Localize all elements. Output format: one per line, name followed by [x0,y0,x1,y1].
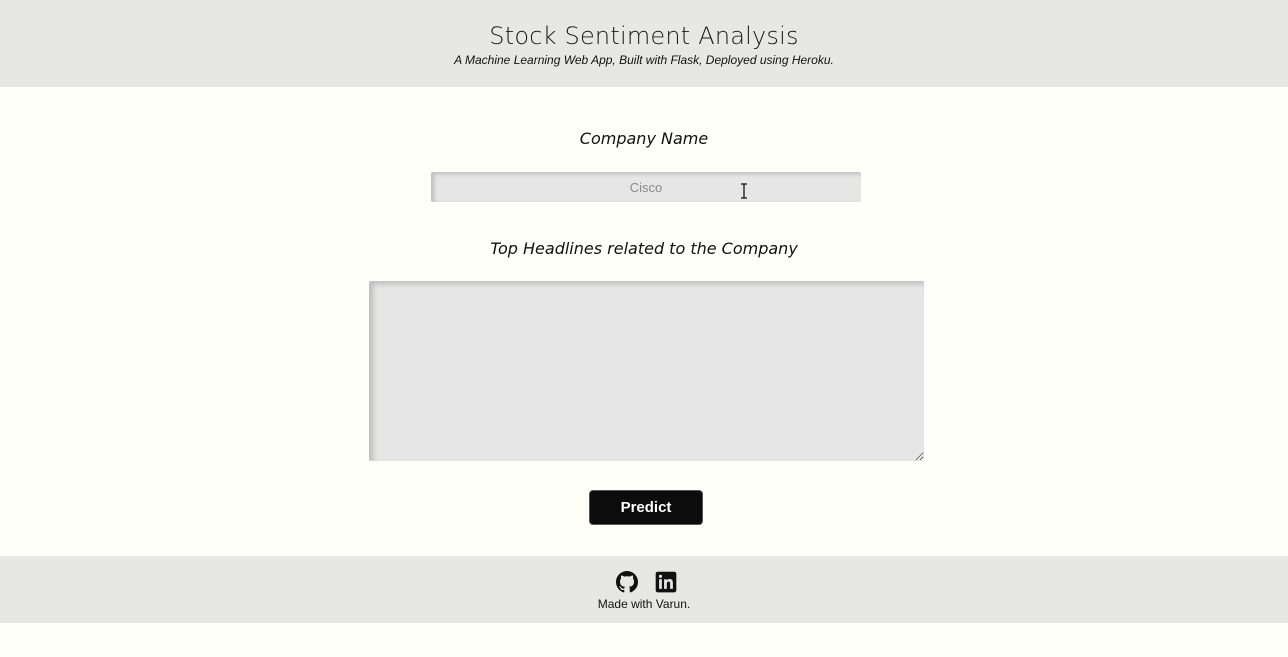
page-footer: Made with Varun. [0,556,1288,623]
linkedin-icon[interactable] [655,571,677,593]
predict-button[interactable]: Predict [589,490,703,525]
footer-credit: Made with Varun. [597,597,691,611]
headlines-textarea[interactable] [369,281,924,461]
github-icon[interactable] [616,571,638,593]
page-subtitle: A Machine Learning Web App, Built with F… [454,53,834,67]
page-header: Stock Sentiment Analysis A Machine Learn… [0,0,1288,87]
text-cursor-icon [741,183,747,199]
headlines-label: Top Headlines related to the Company [490,239,798,258]
company-name-label: Company Name [579,129,709,148]
company-name-input[interactable] [431,172,861,202]
page-title: Stock Sentiment Analysis [489,22,799,50]
